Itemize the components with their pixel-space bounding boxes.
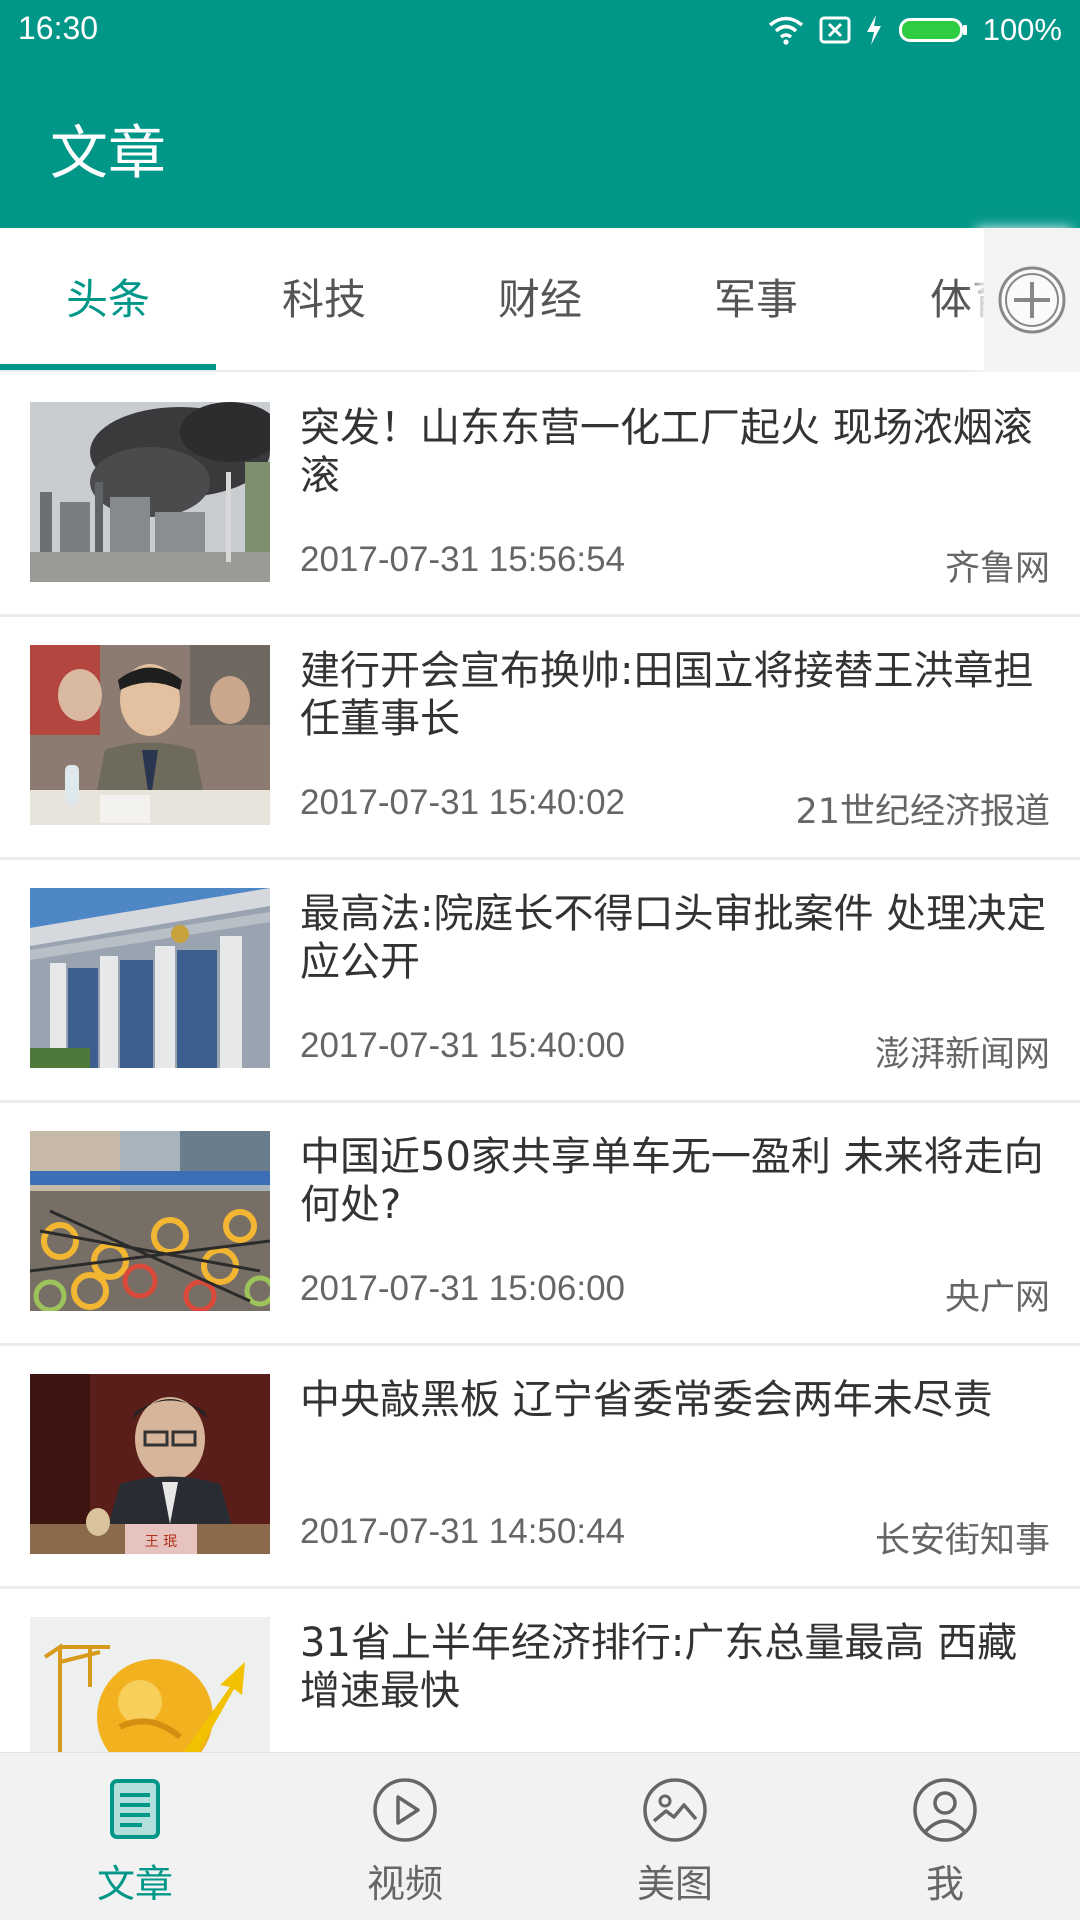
article-title[interactable]: 中央敲黑板 辽宁省委常委会两年未尽责 (300, 1376, 1050, 1424)
nameplate-text: 王 珉 (145, 1534, 177, 1550)
tab-tech[interactable]: 科技 (216, 228, 432, 372)
nav-label: 我 (925, 1862, 964, 1906)
article-thumbnail-meeting (30, 645, 270, 825)
article-thumbnail-official: 王 珉 (30, 1374, 270, 1554)
article-time: 2017-07-31 15:56:54 (300, 540, 625, 579)
nav-me[interactable]: 我 (810, 1753, 1080, 1920)
article-source: 长安街知事 (874, 1521, 1050, 1561)
article-title[interactable]: 中国近50家共享单车无一盈利 未来将走向何处? (300, 1133, 1050, 1229)
tab-military[interactable]: 军事 (648, 228, 864, 372)
article-thumbnail-shared-bikes (30, 1131, 270, 1311)
nav-label: 文章 (96, 1862, 173, 1906)
tab-finance[interactable]: 财经 (432, 228, 648, 372)
article-item[interactable]: 突发！山东东营一化工厂起火 现场浓烟滚滚 2017-07-31 15:56:54… (0, 374, 1080, 617)
article-title[interactable]: 建行开会宣布换帅:田国立将接替王洪章担任董事长 (300, 647, 1050, 743)
bottom-navigation: 文章 视频 美图 我 (0, 1752, 1080, 1920)
article-source: 央广网 (944, 1278, 1050, 1318)
nav-label: 美图 (636, 1862, 713, 1906)
article-list[interactable]: 突发！山东东营一化工厂起火 现场浓烟滚滚 2017-07-31 15:56:54… (0, 374, 1080, 1752)
article-thumbnail-economy-globe (30, 1617, 270, 1752)
article-title[interactable]: 突发！山东东营一化工厂起火 现场浓烟滚滚 (300, 404, 1050, 500)
article-item[interactable]: 建行开会宣布换帅:田国立将接替王洪章担任董事长 2017-07-31 15:40… (0, 617, 1080, 860)
article-time: 2017-07-31 14:50:44 (300, 1512, 625, 1551)
article-thumbnail-factory-fire (30, 402, 270, 582)
wifi-icon (768, 16, 803, 45)
article-time: 2017-07-31 15:40:00 (300, 1026, 625, 1065)
tab-headlines[interactable]: 头条 (0, 228, 216, 372)
article-title[interactable]: 最高法:院庭长不得口头审批案件 处理决定应公开 (300, 890, 1050, 986)
add-channel-button[interactable] (984, 228, 1080, 372)
category-tab-bar: 头条 科技 财经 军事 体育 (0, 228, 1080, 372)
status-bar: 16:30 100% (0, 0, 1080, 62)
status-time: 16:30 (18, 10, 99, 46)
article-source: 21世纪经济报道 (795, 792, 1050, 832)
tab-sports[interactable]: 体育 (864, 228, 985, 372)
picture-icon (643, 1778, 707, 1842)
video-play-icon (373, 1778, 437, 1842)
plus-circle-icon (998, 266, 1066, 334)
battery-icon (898, 18, 967, 42)
article-title[interactable]: 31省上半年经济排行:广东总量最高 西藏增速最快 (300, 1619, 1050, 1715)
article-thumbnail-court-building (30, 888, 270, 1068)
nav-pictures[interactable]: 美图 (540, 1753, 810, 1920)
article-icon (110, 1779, 160, 1839)
article-time: 2017-07-31 15:06:00 (300, 1269, 625, 1308)
article-time: 2017-07-31 15:40:02 (300, 783, 625, 822)
battery-percentage: 100% (982, 12, 1062, 47)
nav-video[interactable]: 视频 (270, 1753, 540, 1920)
user-icon (913, 1778, 977, 1842)
app-bar: 文章 (0, 62, 1080, 228)
nav-articles[interactable]: 文章 (0, 1753, 270, 1920)
article-item[interactable]: 最高法:院庭长不得口头审批案件 处理决定应公开 2017-07-31 15:40… (0, 860, 1080, 1103)
no-sim-icon (819, 16, 851, 44)
article-item[interactable]: 王 珉 中央敲黑板 辽宁省委常委会两年未尽责 2017-07-31 14:50:… (0, 1346, 1080, 1589)
page-title: 文章 (50, 119, 167, 187)
active-tab-indicator (0, 364, 216, 370)
nav-label: 视频 (366, 1862, 443, 1906)
article-item[interactable]: 中国近50家共享单车无一盈利 未来将走向何处? 2017-07-31 15:06… (0, 1103, 1080, 1346)
charging-bolt-icon (866, 15, 881, 45)
article-source: 齐鲁网 (944, 549, 1050, 589)
article-item[interactable]: 31省上半年经济排行:广东总量最高 西藏增速最快 (0, 1589, 1080, 1752)
article-source: 澎湃新闻网 (874, 1035, 1050, 1075)
tab-scroll-area[interactable]: 头条 科技 财经 军事 体育 (0, 228, 985, 372)
status-icons: 100% (767, 8, 1062, 52)
